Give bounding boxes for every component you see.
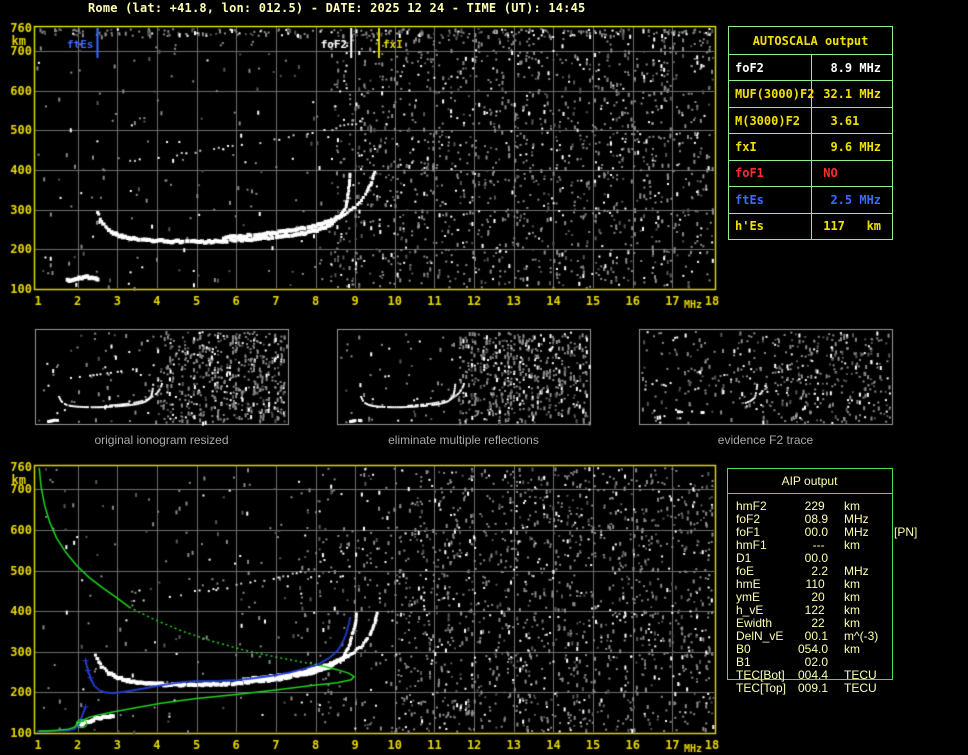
thumbnail-caption-original: original ionogram resized xyxy=(94,433,229,447)
thumbnail-caption-eliminate: eliminate multiple reflections xyxy=(388,433,539,447)
thumbnail-caption-evidence: evidence F2 trace xyxy=(717,433,814,447)
aip-unit: km xyxy=(844,538,860,552)
aip-unit: TECU xyxy=(844,681,877,695)
table-row: TEC[Top] 009.1 TECU xyxy=(736,682,964,695)
table-row: foF2 8.9 MHz xyxy=(729,54,892,81)
table-row: MUF(3000)F2 32.1 MHz xyxy=(729,80,892,107)
aip-extra xyxy=(886,604,894,617)
autoscala-screen: Rome (lat: +41.8, lon: 012.5) - DATE: 20… xyxy=(0,0,968,755)
table-row: hmF1 --- km xyxy=(736,539,964,552)
table-row: fxI 9.6 MHz xyxy=(729,133,892,160)
aip-extra xyxy=(886,500,894,513)
aip-table-header: AIP output xyxy=(727,468,892,494)
autoscala-row-value: 117 km xyxy=(816,219,882,234)
autoscala-row-label: foF1 xyxy=(729,160,812,187)
table-row: ftEs 2.5 MHz xyxy=(729,186,892,213)
autoscala-row-value: 2.5 MHz xyxy=(816,192,882,207)
autoscala-table-rows: foF2 8.9 MHz MUF(3000)F2 32.1 MHz M(3000)F… xyxy=(729,54,892,239)
autoscala-row-value: 8.9 MHz xyxy=(816,60,882,75)
autoscala-table-header: AUTOSCALA output xyxy=(752,33,869,48)
aip-extra xyxy=(886,643,894,656)
aip-extra xyxy=(886,539,894,552)
autoscala-row-label: ftEs xyxy=(729,187,812,213)
aip-extra: [PN] xyxy=(894,525,918,539)
autoscala-row-value: 3.61 xyxy=(816,113,860,128)
aip-extra xyxy=(886,591,894,604)
aip-extra xyxy=(886,656,894,669)
aip-table-rows: hmF2 229 km foF2 08.9 MHz foF1 00.0 MHz [PN] hmF1… xyxy=(736,500,964,695)
aip-extra xyxy=(886,617,894,630)
aip-extra xyxy=(886,552,894,565)
aip-value: 009.1 xyxy=(797,681,828,695)
autoscala-row-value: NO xyxy=(816,166,838,181)
table-row: M(3000)F2 3.61 xyxy=(729,106,892,134)
autoscala-row-label: fxI xyxy=(729,134,812,160)
autoscala-output-table: AUTOSCALA output foF2 8.9 MHz MUF(3000)F2… xyxy=(728,26,893,240)
autoscala-row-value: 9.6 MHz xyxy=(816,139,882,154)
aip-extra xyxy=(886,630,894,643)
autoscala-row-label: h'Es xyxy=(729,213,812,239)
aip-label: TEC[Top] xyxy=(736,681,787,695)
autoscala-row-label: M(3000)F2 xyxy=(729,107,812,134)
autoscala-row-value: 32.1 MHz xyxy=(816,87,882,102)
autoscala-row-label: foF2 xyxy=(729,55,812,81)
aip-extra xyxy=(886,565,894,578)
table-row: h'Es 117 km xyxy=(729,212,892,239)
aip-extra xyxy=(886,669,894,682)
aip-extra xyxy=(886,578,894,591)
page-title: Rome (lat: +41.8, lon: 012.5) - DATE: 20… xyxy=(88,1,586,15)
aip-extra xyxy=(886,513,894,526)
table-row: B0 054.0 km xyxy=(736,643,964,656)
aip-unit: km xyxy=(844,642,860,656)
aip-extra xyxy=(886,682,894,695)
autoscala-row-label: MUF(3000)F2 xyxy=(729,81,814,107)
table-row: foF1 NO xyxy=(729,159,892,187)
